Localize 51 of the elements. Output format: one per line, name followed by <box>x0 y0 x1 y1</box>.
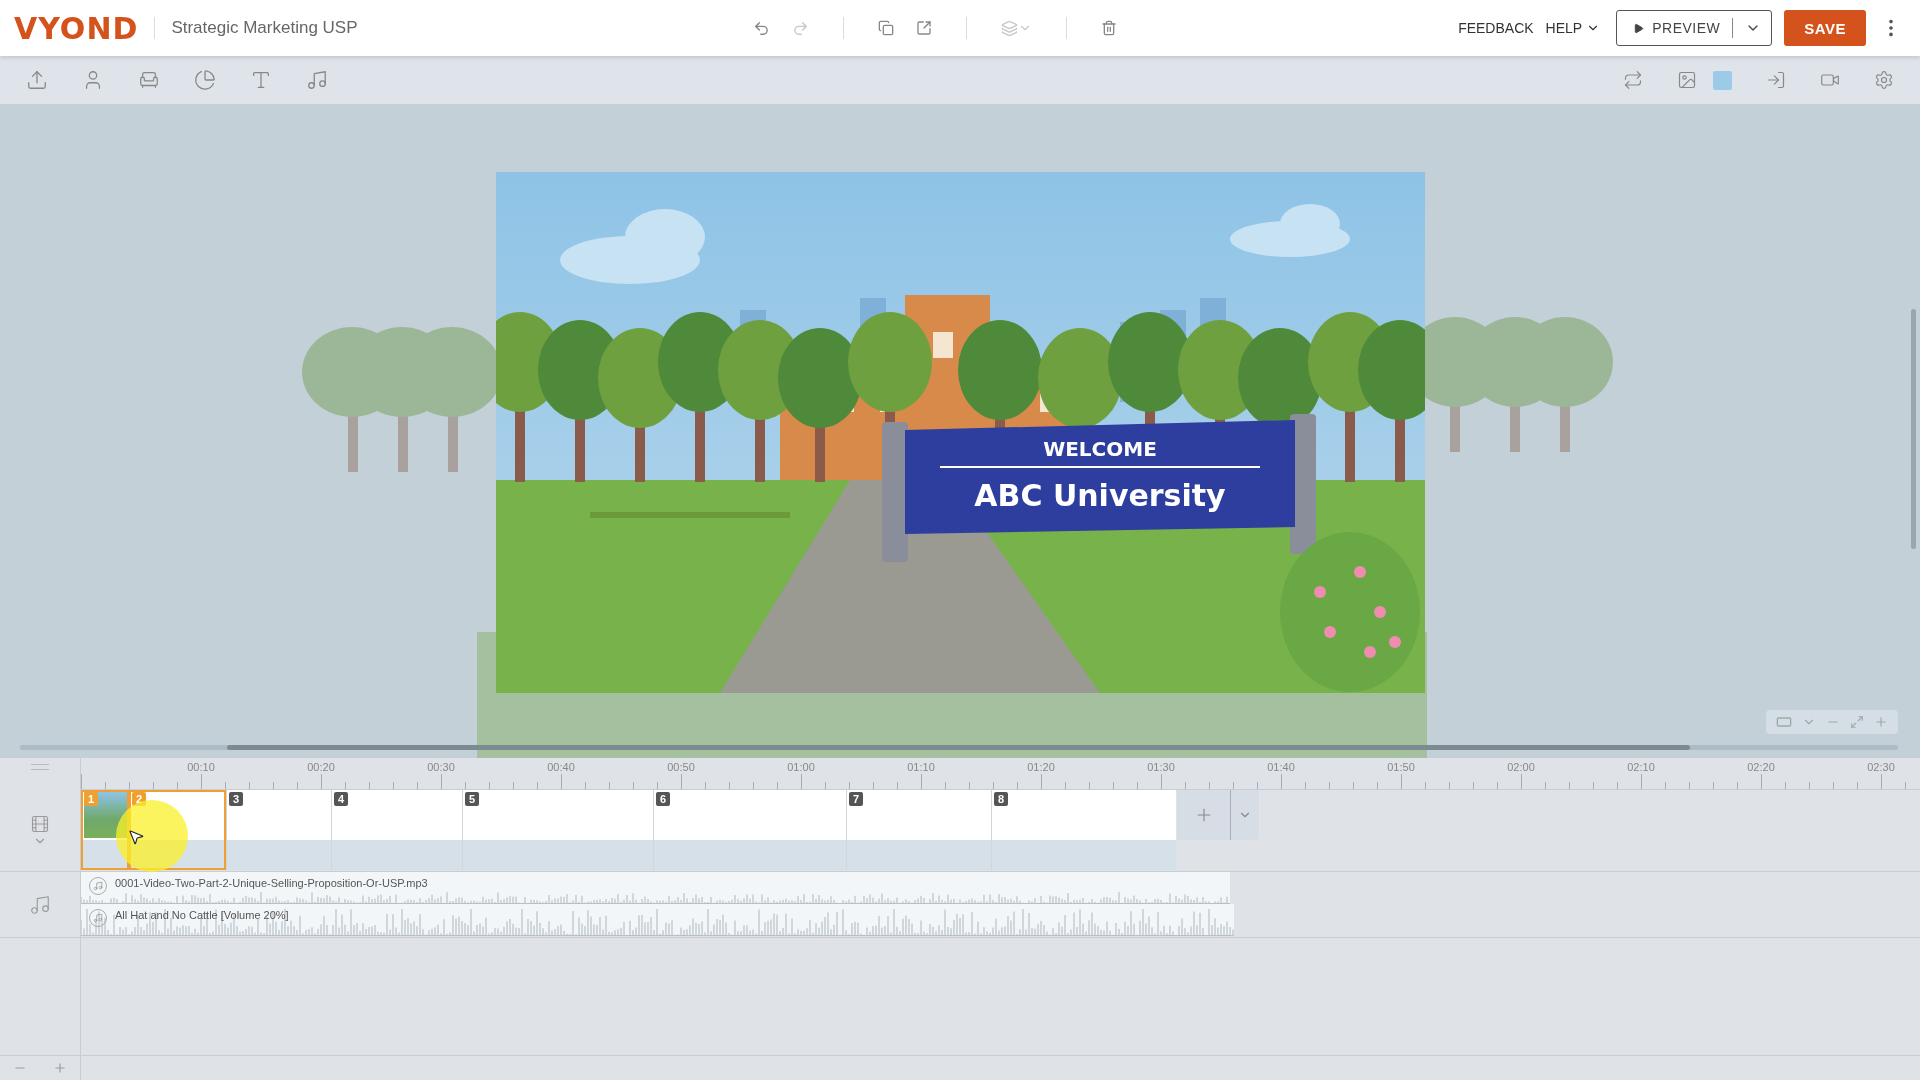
time-label: 01:50 <box>1387 761 1415 773</box>
project-title: Strategic Marketing USP <box>171 18 358 38</box>
scene-number: 4 <box>334 792 349 806</box>
time-label: 01:20 <box>1027 761 1055 773</box>
time-label: 02:20 <box>1747 761 1775 773</box>
scene-clip[interactable]: 5 <box>462 790 653 870</box>
sign-title: WELCOME <box>1043 437 1157 461</box>
time-label: 00:10 <box>187 761 215 773</box>
scene-clip[interactable]: 4 <box>331 790 462 870</box>
time-label: 01:00 <box>787 761 815 773</box>
scene-clip[interactable]: 6 <box>653 790 846 870</box>
time-label: 01:40 <box>1267 761 1295 773</box>
scene-number: 7 <box>849 792 864 806</box>
time-label: 00:30 <box>427 761 455 773</box>
mouse-pointer-icon <box>127 828 145 846</box>
vertical-scrollbar[interactable] <box>1911 309 1916 549</box>
zoom-in-icon[interactable] <box>53 1061 67 1075</box>
scene-clip[interactable]: 3 <box>226 790 331 870</box>
fit-icon[interactable] <box>1776 714 1792 730</box>
time-label: 02:30 <box>1867 761 1895 773</box>
time-label: 02:00 <box>1507 761 1535 773</box>
save-button[interactable]: SAVE <box>1784 10 1866 46</box>
scene-clip[interactable]: 7 <box>846 790 991 870</box>
sign-subtitle: ABC University <box>974 478 1226 513</box>
audio-icon[interactable] <box>29 893 51 916</box>
preview-button[interactable]: PREVIEW <box>1616 10 1773 46</box>
audio-clip[interactable]: All Hat and No Cattle [Volume 20%] <box>81 904 1234 936</box>
scenes-icon[interactable] <box>30 813 50 834</box>
time-label: 02:10 <box>1627 761 1655 773</box>
time-label: 00:20 <box>307 761 335 773</box>
time-label: 00:40 <box>547 761 575 773</box>
resize-grip[interactable] <box>31 764 49 770</box>
play-icon <box>1633 22 1645 34</box>
scene-number: 6 <box>656 792 671 806</box>
logo: VYOND <box>14 10 139 46</box>
audio-clip[interactable]: 0001-Video-Two-Part-2-Unique-Selling-Proposition-Or-USP.mp3 <box>81 872 1230 904</box>
audio-track-name: 0001-Video-Two-Part-2-Unique-Selling-Proposition-Or-USP.mp3 <box>115 877 428 889</box>
time-label: 01:30 <box>1147 761 1175 773</box>
help-menu[interactable]: HELP <box>1539 16 1607 40</box>
zoom-in-icon[interactable] <box>1874 715 1888 729</box>
feedback-link[interactable]: FEEDBACK <box>1452 16 1540 40</box>
audio-track-name: All Hat and No Cattle [Volume 20%] <box>115 909 289 921</box>
expand-icon[interactable] <box>1850 715 1864 729</box>
scene-number: 5 <box>465 792 480 806</box>
scene-clip[interactable]: 8 <box>991 790 1176 870</box>
scene-number: 1 <box>84 792 99 806</box>
time-label: 00:50 <box>667 761 695 773</box>
scene-number: 3 <box>229 792 244 806</box>
scene-number: 8 <box>994 792 1009 806</box>
time-label: 01:10 <box>907 761 935 773</box>
scrollbar-thumb[interactable] <box>227 745 1690 750</box>
